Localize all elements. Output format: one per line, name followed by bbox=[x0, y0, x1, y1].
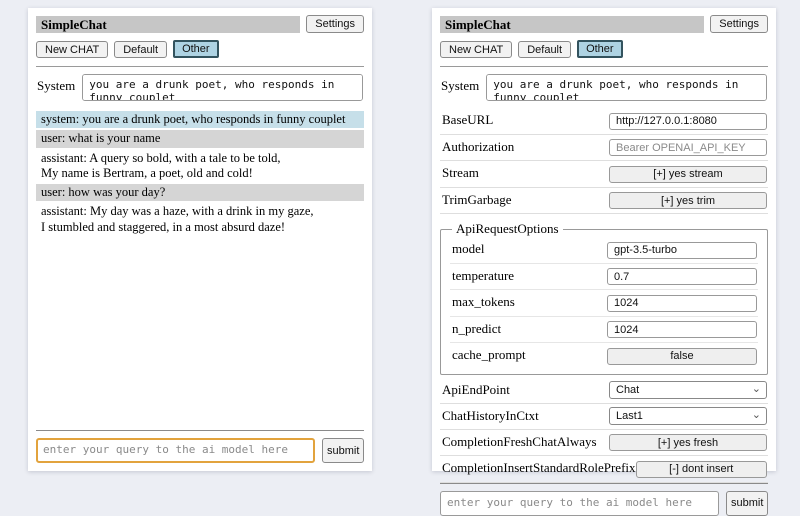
app-title-bar: SimpleChat bbox=[440, 16, 704, 33]
stage: SimpleChat Settings New CHAT Default Oth… bbox=[0, 0, 800, 480]
session-other-button[interactable]: Other bbox=[173, 40, 219, 58]
query-input[interactable] bbox=[36, 438, 315, 463]
cache-prompt-label: cache_prompt bbox=[452, 347, 526, 363]
chat-panel: SimpleChat Settings New CHAT Default Oth… bbox=[28, 8, 372, 471]
api-request-options-legend: ApiRequestOptions bbox=[452, 221, 563, 237]
api-request-options-fieldset: ApiRequestOptions model temperature max_… bbox=[440, 221, 768, 375]
max-tokens-label: max_tokens bbox=[452, 294, 515, 310]
setting-row-api-endpoint: ApiEndPoint Chat ⌄ bbox=[440, 378, 768, 404]
settings-list: BaseURL Authorization Stream [+] yes str… bbox=[440, 108, 768, 483]
api-endpoint-select[interactable]: Chat bbox=[609, 381, 767, 399]
new-chat-button[interactable]: New CHAT bbox=[440, 41, 512, 58]
completion-fresh-toggle-button[interactable]: [+] yes fresh bbox=[609, 434, 767, 451]
submit-button[interactable]: submit bbox=[322, 438, 364, 463]
model-label: model bbox=[452, 241, 485, 257]
system-label: System bbox=[37, 74, 75, 94]
new-chat-button[interactable]: New CHAT bbox=[36, 41, 108, 58]
n-predict-input[interactable] bbox=[607, 321, 757, 338]
system-label: System bbox=[441, 74, 479, 94]
settings-button[interactable]: Settings bbox=[306, 15, 364, 33]
cache-prompt-toggle-button[interactable]: false bbox=[607, 348, 757, 365]
divider bbox=[440, 66, 768, 67]
query-input[interactable] bbox=[440, 491, 719, 516]
session-other-button[interactable]: Other bbox=[577, 40, 623, 58]
query-bar: submit bbox=[440, 483, 768, 516]
authorization-label: Authorization bbox=[442, 139, 514, 155]
setting-row-stream: Stream [+] yes stream bbox=[440, 161, 768, 188]
settings-panel: SimpleChat Settings New CHAT Default Oth… bbox=[432, 8, 776, 471]
chat-message-system: system: you are a drunk poet, who respon… bbox=[36, 111, 364, 128]
baseurl-input[interactable] bbox=[609, 113, 767, 130]
stream-toggle-button[interactable]: [+] yes stream bbox=[609, 166, 767, 183]
chevron-down-icon: ⌄ bbox=[752, 408, 761, 421]
setting-row-baseurl: BaseURL bbox=[440, 108, 768, 135]
temperature-label: temperature bbox=[452, 268, 514, 284]
chevron-down-icon: ⌄ bbox=[752, 382, 761, 395]
n-predict-label: n_predict bbox=[452, 321, 501, 337]
setting-row-chat-history: ChatHistoryInCtxt Last1 ⌄ bbox=[440, 404, 768, 430]
divider bbox=[36, 66, 364, 67]
panel-header: SimpleChat Settings bbox=[36, 15, 364, 33]
chat-history-label: ChatHistoryInCtxt bbox=[442, 408, 539, 424]
toolbar: New CHAT Default Other bbox=[440, 40, 768, 58]
baseurl-label: BaseURL bbox=[442, 112, 493, 128]
max-tokens-input[interactable] bbox=[607, 295, 757, 312]
session-default-button[interactable]: Default bbox=[518, 41, 571, 58]
model-input[interactable] bbox=[607, 242, 757, 259]
authorization-input[interactable] bbox=[609, 139, 767, 156]
panel-header: SimpleChat Settings bbox=[440, 15, 768, 33]
system-prompt-row: System you are a drunk poet, who respond… bbox=[440, 74, 768, 101]
chat-history-in-ctxt-select[interactable]: Last1 bbox=[609, 407, 767, 425]
completion-fresh-label: CompletionFreshChatAlways bbox=[442, 434, 597, 450]
setting-row-completion-fresh: CompletionFreshChatAlways [+] yes fresh bbox=[440, 430, 768, 457]
trimgarbage-toggle-button[interactable]: [+] yes trim bbox=[609, 192, 767, 209]
chat-message-assistant: assistant: My day was a haze, with a dri… bbox=[36, 203, 364, 236]
completion-insert-prefix-toggle-button[interactable]: [-] dont insert bbox=[636, 461, 767, 478]
session-default-button[interactable]: Default bbox=[114, 41, 167, 58]
app-title-bar: SimpleChat bbox=[36, 16, 300, 33]
settings-button[interactable]: Settings bbox=[710, 15, 768, 33]
submit-button[interactable]: submit bbox=[726, 491, 768, 516]
chat-message-list: system: you are a drunk poet, who respon… bbox=[36, 111, 364, 430]
api-endpoint-label: ApiEndPoint bbox=[442, 382, 510, 398]
setting-row-trimgarbage: TrimGarbage [+] yes trim bbox=[440, 188, 768, 215]
chat-message-user: user: how was your day? bbox=[36, 184, 364, 201]
temperature-input[interactable] bbox=[607, 268, 757, 285]
completion-insert-prefix-label: CompletionInsertStandardRolePrefix bbox=[442, 460, 636, 476]
system-prompt-input[interactable]: you are a drunk poet, who responds in fu… bbox=[82, 74, 363, 101]
query-bar: submit bbox=[36, 430, 364, 463]
setting-row-authorization: Authorization bbox=[440, 135, 768, 162]
setting-row-temperature: temperature bbox=[450, 264, 758, 291]
setting-row-n-predict: n_predict bbox=[450, 317, 758, 344]
toolbar: New CHAT Default Other bbox=[36, 40, 364, 58]
chat-message-user: user: what is your name bbox=[36, 130, 364, 147]
setting-row-max-tokens: max_tokens bbox=[450, 290, 758, 317]
system-prompt-row: System you are a drunk poet, who respond… bbox=[36, 74, 364, 101]
system-prompt-input[interactable]: you are a drunk poet, who responds in fu… bbox=[486, 74, 767, 101]
trimgarbage-label: TrimGarbage bbox=[442, 192, 512, 208]
setting-row-model: model bbox=[450, 237, 758, 264]
setting-row-completion-insert-prefix: CompletionInsertStandardRolePrefix [-] d… bbox=[440, 456, 768, 483]
stream-label: Stream bbox=[442, 165, 479, 181]
setting-row-cache-prompt: cache_prompt false bbox=[450, 343, 758, 369]
chat-message-assistant: assistant: A query so bold, with a tale … bbox=[36, 150, 364, 183]
